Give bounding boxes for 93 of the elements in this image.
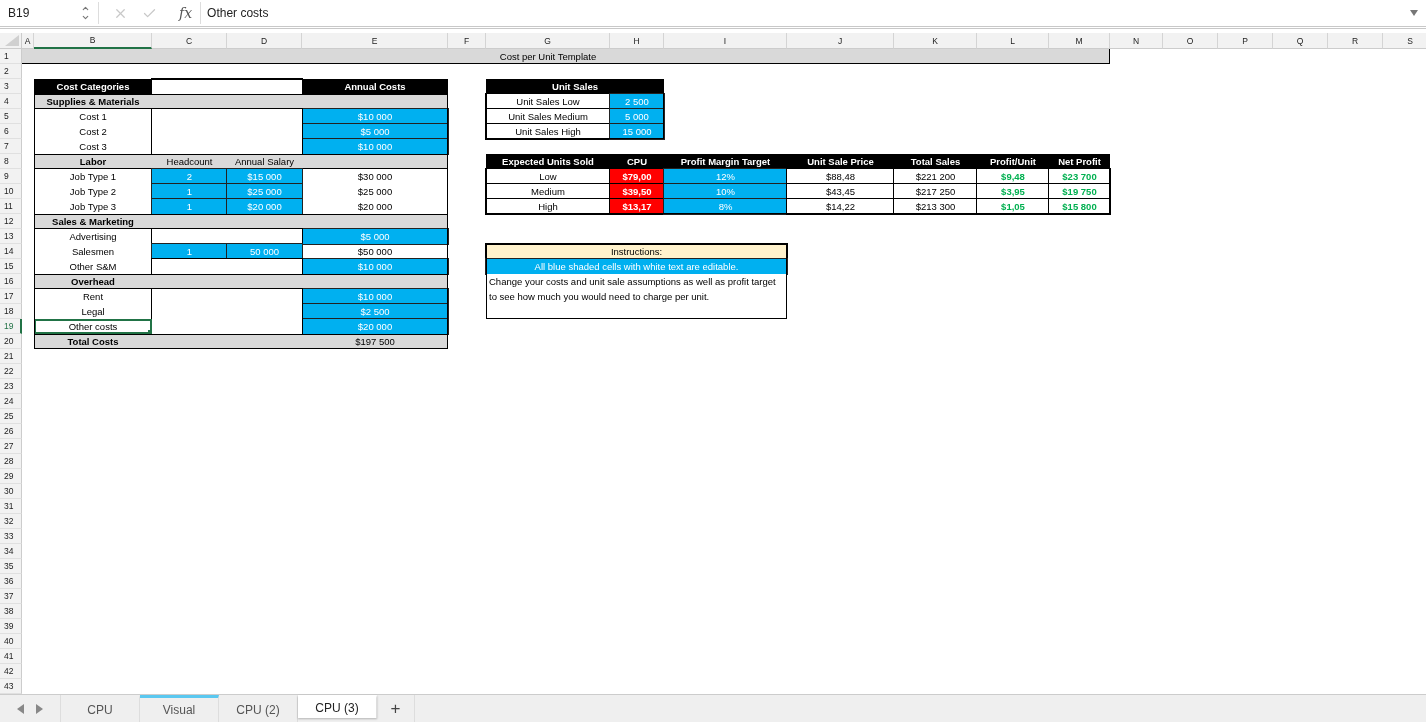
row-header[interactable]: 19 bbox=[0, 319, 22, 334]
formula-field[interactable]: Other costs bbox=[201, 6, 1410, 20]
row-header[interactable]: 36 bbox=[0, 574, 22, 589]
table-cell-text: Advertising bbox=[68, 230, 118, 244]
previous-sheet-icon[interactable] bbox=[17, 703, 24, 714]
column-header[interactable]: P bbox=[1218, 33, 1273, 49]
column-header[interactable]: C bbox=[152, 33, 227, 49]
row-header[interactable]: 42 bbox=[0, 664, 22, 679]
column-header[interactable]: D bbox=[227, 33, 302, 49]
table-cell-text: $20 000 bbox=[356, 200, 394, 214]
column-header[interactable]: A bbox=[22, 33, 34, 49]
column-header[interactable]: G bbox=[486, 33, 610, 49]
row-header[interactable]: 41 bbox=[0, 649, 22, 664]
section-heading: Labor bbox=[34, 154, 152, 169]
column-header[interactable]: S bbox=[1383, 33, 1426, 49]
next-sheet-icon[interactable] bbox=[36, 703, 43, 714]
sheet-tab[interactable]: CPU (3) bbox=[298, 695, 377, 718]
table-cell-text: $30 000 bbox=[356, 170, 394, 184]
table-cell-text: Rent bbox=[81, 290, 105, 304]
dropdown-caret-icon[interactable] bbox=[1410, 10, 1418, 16]
function-label[interactable]: fx bbox=[179, 5, 193, 21]
column-header[interactable]: R bbox=[1328, 33, 1383, 49]
row-header[interactable]: 23 bbox=[0, 379, 22, 394]
add-sheet-button[interactable]: + bbox=[377, 695, 415, 722]
table-cell[interactable]: Other costs bbox=[34, 319, 152, 334]
row-header[interactable]: 27 bbox=[0, 439, 22, 454]
row-header[interactable]: 24 bbox=[0, 394, 22, 409]
row-header[interactable]: 31 bbox=[0, 499, 22, 514]
row-header[interactable]: 43 bbox=[0, 679, 22, 694]
column-header[interactable]: K bbox=[894, 33, 977, 49]
row-header[interactable]: 29 bbox=[0, 469, 22, 484]
column-header[interactable]: M bbox=[1049, 33, 1110, 49]
table-cell-text: Cost 1 bbox=[78, 110, 108, 124]
sheet-title: Cost per Unit Template bbox=[498, 50, 598, 64]
row-header[interactable]: 33 bbox=[0, 529, 22, 544]
column-header[interactable]: N bbox=[1110, 33, 1163, 49]
row-header[interactable]: 39 bbox=[0, 619, 22, 634]
row-header[interactable]: 35 bbox=[0, 559, 22, 574]
row-header[interactable]: 4 bbox=[0, 94, 22, 109]
row-header[interactable]: 22 bbox=[0, 364, 22, 379]
row-header[interactable]: 34 bbox=[0, 544, 22, 559]
column-header[interactable]: L bbox=[977, 33, 1049, 49]
column-header[interactable]: F bbox=[448, 33, 486, 49]
sheet-tab[interactable]: CPU bbox=[61, 695, 140, 722]
row-header[interactable]: 37 bbox=[0, 589, 22, 604]
row-header[interactable]: 38 bbox=[0, 604, 22, 619]
row-header[interactable]: 2 bbox=[0, 64, 22, 79]
table-cell-text: $25 000 bbox=[356, 185, 394, 199]
table-cell-text: Cost 2 bbox=[78, 125, 108, 139]
table-cell-text: Salesmen bbox=[70, 245, 116, 259]
row-header[interactable]: 14 bbox=[0, 244, 22, 259]
row-header[interactable]: 8 bbox=[0, 154, 22, 169]
row-header[interactable]: 12 bbox=[0, 214, 22, 229]
table-cell-text: Job Type 2 bbox=[68, 185, 118, 199]
row-header[interactable]: 11 bbox=[0, 199, 22, 214]
table-cell-text: Cost 3 bbox=[78, 140, 108, 154]
section-heading: Supplies & Materials bbox=[34, 94, 152, 109]
row-header[interactable]: 20 bbox=[0, 334, 22, 349]
table-cell-text: Job Type 3 bbox=[68, 200, 118, 214]
row-header[interactable]: 15 bbox=[0, 259, 22, 274]
column-header[interactable]: I bbox=[664, 33, 787, 49]
section-heading: Overhead bbox=[34, 274, 152, 289]
row-header[interactable]: 17 bbox=[0, 289, 22, 304]
row-header[interactable]: 7 bbox=[0, 139, 22, 154]
row-header[interactable]: 30 bbox=[0, 484, 22, 499]
row-header[interactable]: 5 bbox=[0, 109, 22, 124]
column-header[interactable]: O bbox=[1163, 33, 1218, 49]
row-header[interactable]: 18 bbox=[0, 304, 22, 319]
table-cell-text: Other S&M bbox=[68, 260, 118, 274]
row-header[interactable]: 13 bbox=[0, 229, 22, 244]
row-header[interactable]: 40 bbox=[0, 634, 22, 649]
table-cell-text: $50 000 bbox=[356, 245, 394, 259]
row-header[interactable]: 16 bbox=[0, 274, 22, 289]
column-header[interactable]: H bbox=[610, 33, 664, 49]
row-header[interactable]: 9 bbox=[0, 169, 22, 184]
section-heading: Sales & Marketing bbox=[34, 214, 152, 229]
column-header[interactable]: J bbox=[787, 33, 894, 49]
row-header[interactable]: 6 bbox=[0, 124, 22, 139]
name-box[interactable]: B19 bbox=[0, 6, 78, 20]
row-header[interactable]: 28 bbox=[0, 454, 22, 469]
row-header[interactable]: 1 bbox=[0, 49, 22, 64]
column-header[interactable]: E bbox=[302, 33, 448, 49]
row-header[interactable]: 26 bbox=[0, 424, 22, 439]
table-cell-text: Job Type 1 bbox=[68, 170, 118, 184]
column-header[interactable]: B bbox=[34, 33, 152, 49]
row-header[interactable]: 25 bbox=[0, 409, 22, 424]
row-header[interactable]: 21 bbox=[0, 349, 22, 364]
row-header[interactable]: 3 bbox=[0, 79, 22, 94]
row-header[interactable]: 10 bbox=[0, 184, 22, 199]
row-header[interactable]: 32 bbox=[0, 514, 22, 529]
column-header[interactable]: Q bbox=[1273, 33, 1328, 49]
table-cell-text: Legal bbox=[80, 305, 106, 319]
sheet-tab[interactable]: Visual bbox=[140, 695, 219, 722]
